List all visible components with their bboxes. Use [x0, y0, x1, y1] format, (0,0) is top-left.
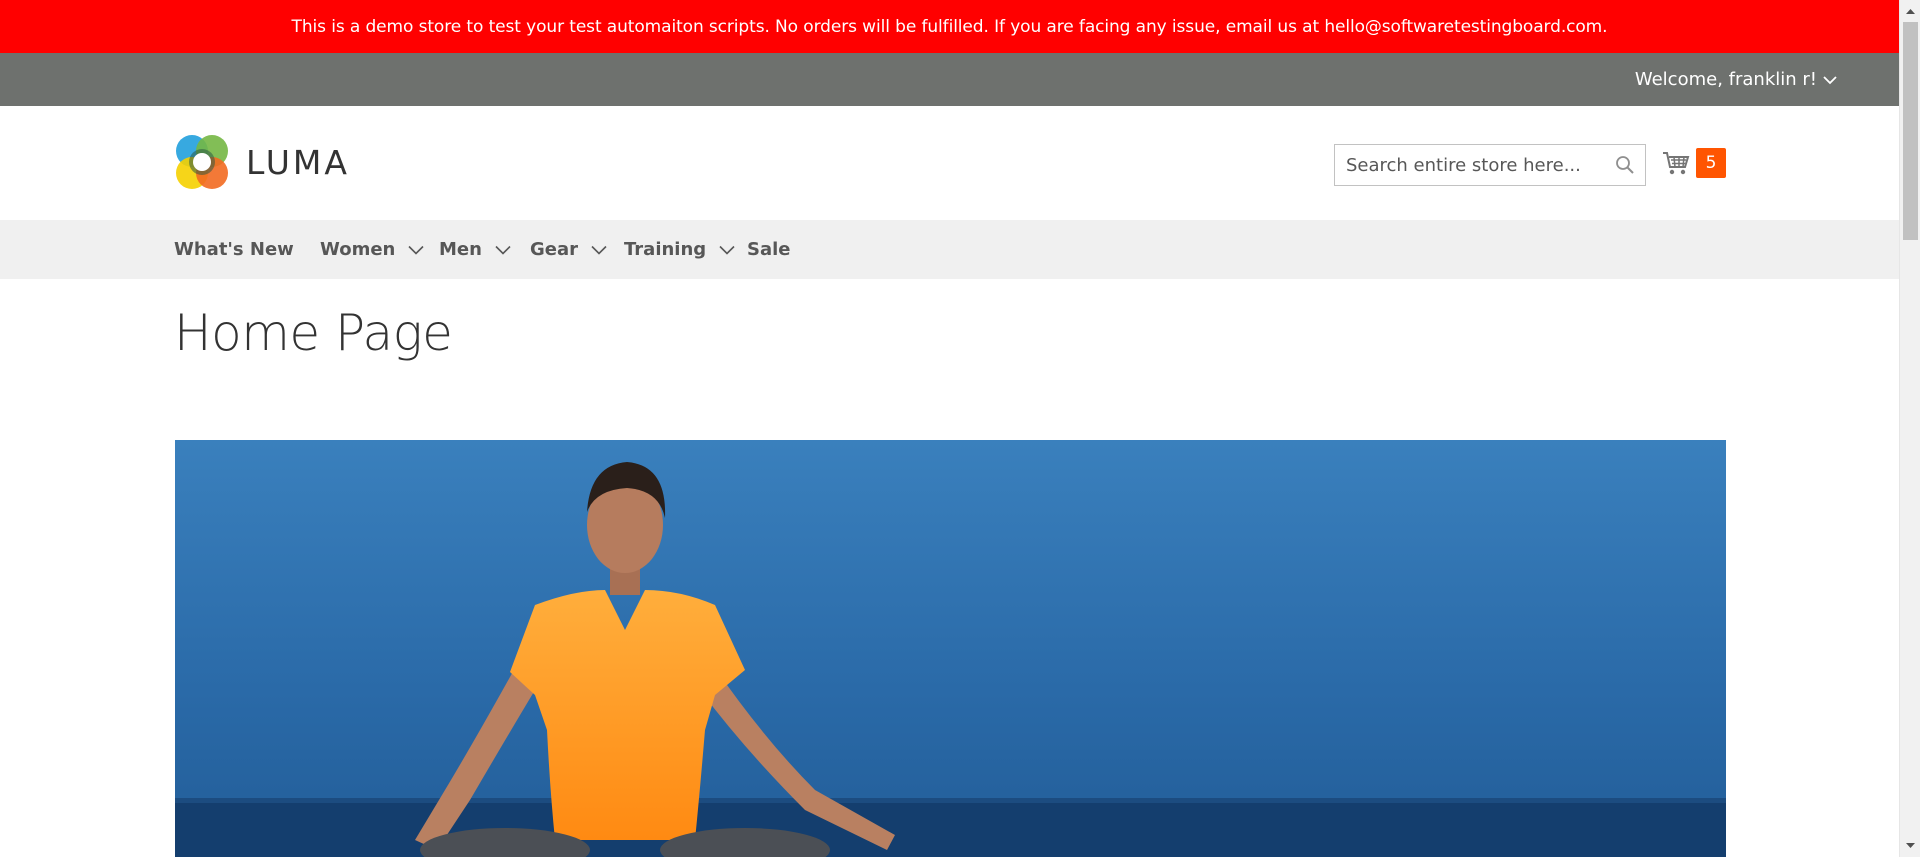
logo-text: LUMA: [246, 142, 350, 182]
nav-item-women[interactable]: Women: [320, 220, 424, 279]
main-navigation: What's New Women Men Gear Training Sale: [0, 220, 1899, 279]
nav-item-men[interactable]: Men: [439, 220, 511, 279]
scroll-down-icon[interactable]: [1905, 840, 1916, 851]
demo-notice-text: This is a demo store to test your test a…: [291, 16, 1608, 37]
chevron-down-icon: [1823, 75, 1837, 84]
customer-welcome-menu[interactable]: Welcome, franklin r!: [1635, 53, 1837, 106]
nav-item-label: Sale: [747, 239, 791, 260]
nav-item-whats-new[interactable]: What's New: [174, 220, 294, 279]
nav-item-label: Training: [624, 239, 707, 260]
cart-icon: [1663, 152, 1690, 175]
page-title: Home Page: [174, 304, 453, 362]
scroll-thumb[interactable]: [1903, 22, 1918, 240]
hero-banner[interactable]: [175, 440, 1726, 857]
cart-count-badge: 5: [1696, 148, 1726, 178]
chevron-down-icon: [495, 245, 511, 255]
scroll-up-icon[interactable]: [1905, 6, 1916, 17]
chevron-down-icon: [719, 245, 735, 255]
nav-item-sale[interactable]: Sale: [747, 220, 791, 279]
luma-logo-icon: [176, 135, 228, 189]
minicart[interactable]: 5: [1662, 146, 1726, 180]
nav-item-training[interactable]: Training: [624, 220, 735, 279]
welcome-text: Welcome, franklin r!: [1634, 69, 1817, 90]
search-input[interactable]: [1335, 145, 1645, 185]
nav-item-label: Men: [439, 239, 482, 260]
search-box: [1334, 144, 1646, 186]
page-header: LUMA 5: [0, 106, 1899, 220]
store-logo[interactable]: LUMA: [174, 133, 350, 191]
chevron-down-icon: [591, 245, 607, 255]
chevron-down-icon: [408, 245, 424, 255]
nav-item-label: Women: [320, 239, 396, 260]
nav-item-gear[interactable]: Gear: [530, 220, 607, 279]
hero-image: [175, 440, 1726, 857]
nav-item-label: Gear: [530, 239, 579, 260]
search-icon[interactable]: [1615, 155, 1635, 175]
nav-item-label: What's New: [174, 239, 294, 260]
header-panel: Welcome, franklin r!: [0, 53, 1899, 106]
page-scrollbar[interactable]: [1899, 0, 1920, 857]
demo-notice-bar: This is a demo store to test your test a…: [0, 0, 1899, 53]
